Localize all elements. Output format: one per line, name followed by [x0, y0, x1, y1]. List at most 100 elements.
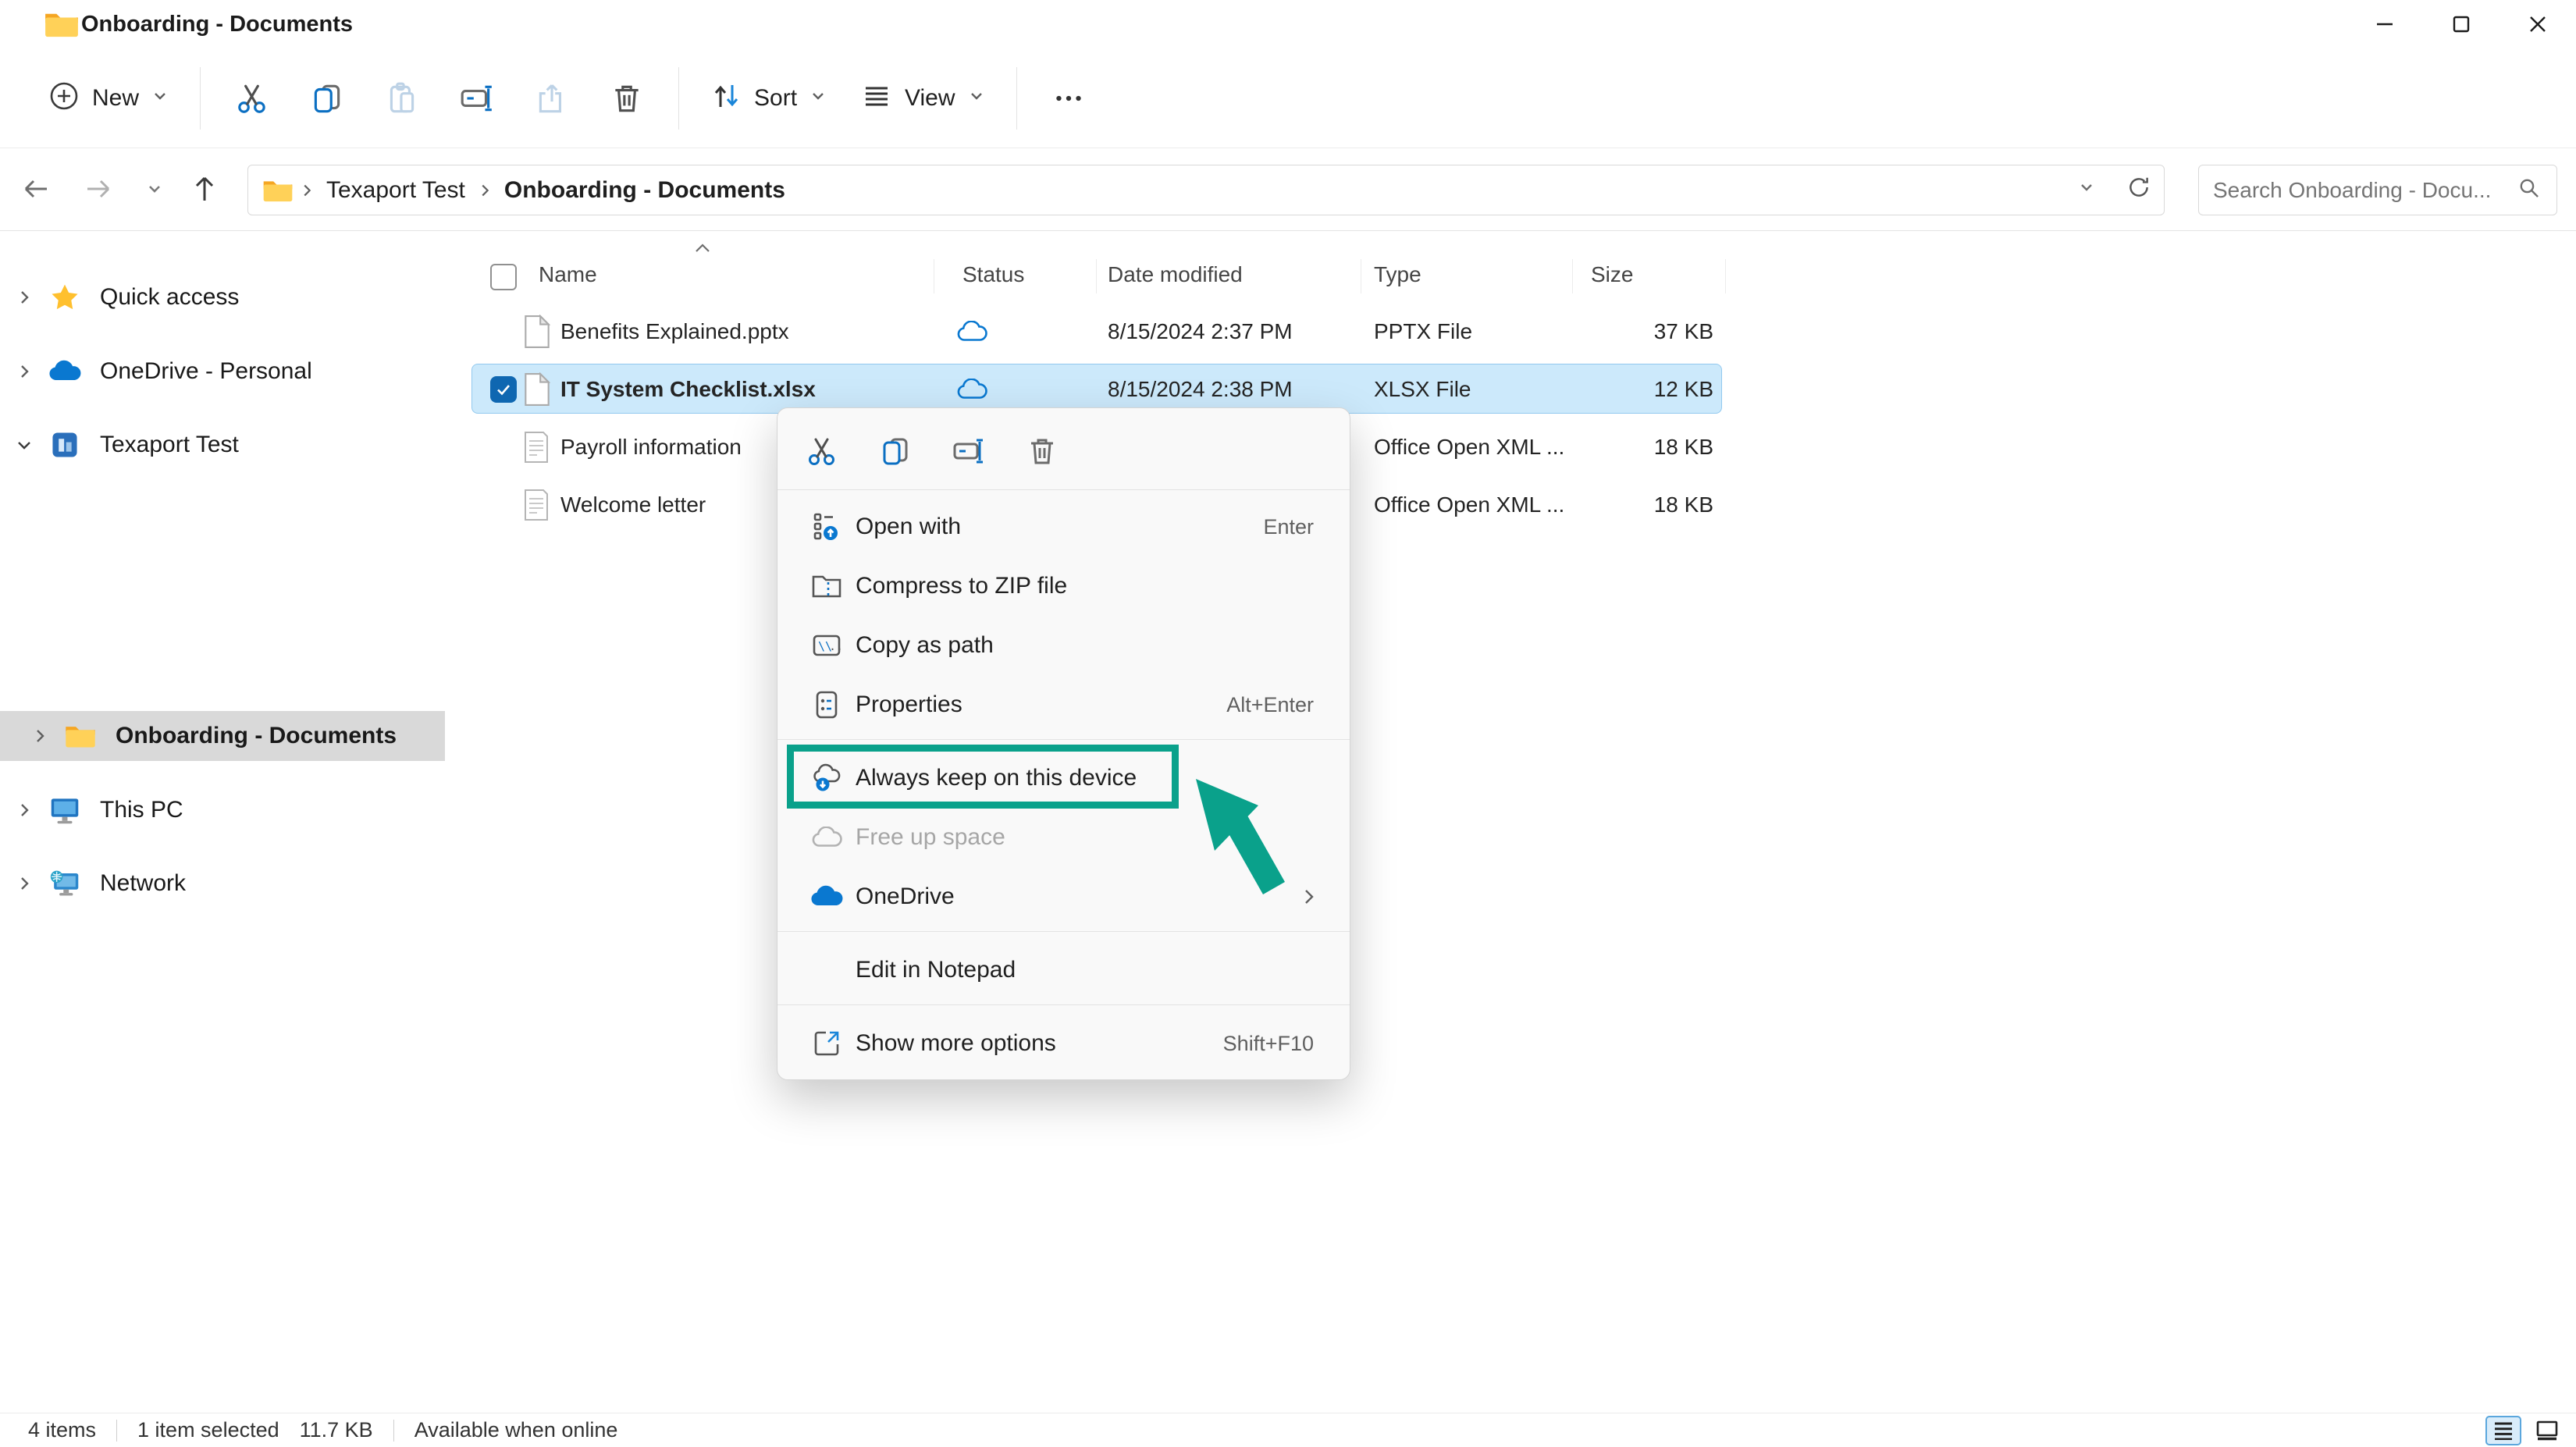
new-label: New — [92, 84, 140, 111]
column-header-status[interactable]: Status — [962, 262, 1024, 287]
sidebar-item-this-pc[interactable]: This PC — [0, 785, 445, 835]
file-row-welcome-letter[interactable]: Welcome letter Office Open XML ... 18 KB — [445, 476, 2576, 534]
file-icon — [523, 361, 551, 418]
view-label: View — [905, 84, 955, 111]
recent-locations-chevron[interactable] — [134, 169, 175, 209]
sort-icon — [709, 79, 743, 117]
menu-item-edit-in-notepad[interactable]: Edit in Notepad — [777, 940, 1350, 1000]
submenu-chevron-icon — [1298, 886, 1320, 912]
copy-path-icon: \\.. — [809, 628, 845, 663]
new-button[interactable]: New — [31, 65, 186, 132]
close-button[interactable] — [2500, 0, 2576, 48]
breadcrumb-item-texaport[interactable]: Texaport Test — [320, 177, 471, 204]
column-divider[interactable] — [1096, 259, 1097, 293]
window-title: Onboarding - Documents — [81, 12, 353, 37]
column-divider[interactable] — [1725, 259, 1726, 293]
menu-divider — [777, 739, 1350, 740]
file-size: 18 KB — [1653, 492, 1713, 517]
search-input[interactable]: Search Onboarding - Docu... — [2198, 165, 2557, 215]
ellipsis-icon — [1055, 95, 1081, 101]
refresh-icon[interactable] — [2125, 173, 2153, 208]
maximize-button[interactable] — [2423, 0, 2500, 48]
chevron-down-icon — [150, 86, 170, 110]
sidebar-item-onboarding-documents[interactable]: Onboarding - Documents — [0, 711, 445, 761]
back-button[interactable] — [16, 169, 56, 209]
up-button[interactable] — [184, 169, 225, 209]
menu-item-label: Free up space — [856, 824, 1005, 850]
sidebar-item-network[interactable]: Network — [0, 859, 445, 908]
menu-item-shortcut: Enter — [1263, 514, 1314, 539]
menu-item-compress-zip[interactable]: Compress to ZIP file — [777, 556, 1350, 616]
menu-item-open-with[interactable]: Open with Enter — [777, 497, 1350, 556]
column-header-name[interactable]: Name — [539, 262, 597, 287]
sidebar-item-quick-access[interactable]: Quick access — [0, 272, 445, 322]
minimize-button[interactable] — [2347, 0, 2423, 48]
context-menu-quick-actions — [777, 416, 1350, 486]
delete-button[interactable] — [1023, 428, 1062, 475]
breadcrumb[interactable]: Texaport Test Onboarding - Documents — [247, 165, 2165, 215]
file-row-benefits-explained[interactable]: Benefits Explained.pptx 8/15/2024 2:37 P… — [445, 303, 2576, 361]
trash-icon — [615, 85, 639, 112]
chevron-down-icon — [808, 86, 828, 110]
monitor-icon — [47, 795, 83, 825]
menu-item-onedrive[interactable]: OneDrive — [777, 867, 1350, 926]
chevron-right-icon[interactable] — [28, 726, 52, 746]
paste-button[interactable] — [365, 65, 439, 132]
rename-button[interactable] — [949, 428, 988, 475]
thumbnails-view-button[interactable] — [2529, 1416, 2565, 1445]
delete-button[interactable] — [589, 65, 664, 132]
select-all-checkbox[interactable] — [490, 264, 517, 290]
file-name[interactable]: Benefits Explained.pptx — [560, 303, 789, 361]
file-type: Office Open XML ... — [1374, 435, 1565, 459]
chevron-right-icon[interactable] — [12, 361, 36, 382]
forward-button[interactable] — [78, 169, 119, 209]
file-row-it-system-checklist[interactable]: IT System Checklist.xlsx 8/15/2024 2:38 … — [445, 361, 2576, 418]
chevron-right-icon[interactable] — [12, 873, 36, 894]
column-divider[interactable] — [1572, 259, 1573, 293]
file-row-payroll-information[interactable]: Payroll information Office Open XML ... … — [445, 418, 2576, 476]
rename-button[interactable] — [439, 65, 514, 132]
details-view-button[interactable] — [2485, 1416, 2521, 1445]
menu-item-show-more-options[interactable]: Show more options Shift+F10 — [777, 1014, 1350, 1073]
breadcrumb-item-onboarding[interactable]: Onboarding - Documents — [498, 177, 792, 204]
sort-button[interactable]: Sort — [693, 65, 844, 132]
copy-button[interactable] — [876, 428, 915, 475]
open-with-icon — [809, 510, 845, 544]
cloud-outline-icon — [809, 820, 845, 855]
copy-button[interactable] — [290, 65, 365, 132]
column-header-type[interactable]: Type — [1374, 262, 1421, 287]
item-count: 4 items — [28, 1418, 97, 1442]
menu-item-label: Compress to ZIP file — [856, 573, 1068, 599]
sidebar-item-onedrive-personal[interactable]: OneDrive - Personal — [0, 347, 445, 396]
file-name[interactable]: IT System Checklist.xlsx — [560, 361, 816, 418]
file-name[interactable]: Welcome letter — [560, 476, 706, 534]
chevron-down-icon[interactable] — [12, 435, 36, 455]
cloud-status-icon[interactable] — [929, 303, 1015, 361]
view-button[interactable]: View — [844, 65, 1002, 132]
cut-button[interactable] — [215, 65, 290, 132]
cut-button[interactable] — [802, 428, 841, 475]
row-checkbox-checked[interactable] — [490, 376, 517, 403]
more-options-button[interactable] — [1031, 65, 1106, 132]
selection-size: 11.7 KB — [299, 1418, 373, 1442]
document-icon — [523, 476, 550, 534]
file-icon — [523, 303, 551, 361]
column-header-size[interactable]: Size — [1591, 262, 1633, 287]
column-header-date[interactable]: Date modified — [1108, 262, 1243, 287]
chevron-right-icon — [294, 182, 320, 199]
chevron-right-icon[interactable] — [12, 800, 36, 820]
file-name[interactable]: Payroll information — [560, 418, 742, 476]
menu-item-copy-as-path[interactable]: \\.. Copy as path — [777, 616, 1350, 675]
sidebar-item-label: Quick access — [100, 284, 240, 310]
share-button[interactable] — [514, 65, 589, 132]
address-dropdown-chevron[interactable] — [2075, 176, 2098, 205]
search-icon[interactable] — [2516, 175, 2542, 205]
paste-icon — [390, 82, 415, 112]
menu-item-always-keep-on-device[interactable]: Always keep on this device — [777, 748, 1350, 808]
menu-item-label: Show more options — [856, 1030, 1056, 1056]
chevron-right-icon[interactable] — [12, 287, 36, 308]
menu-item-label: Properties — [856, 692, 962, 717]
star-icon — [47, 282, 83, 313]
menu-item-properties[interactable]: Properties Alt+Enter — [777, 675, 1350, 734]
sidebar-item-texaport-test[interactable]: Texaport Test — [0, 420, 445, 470]
